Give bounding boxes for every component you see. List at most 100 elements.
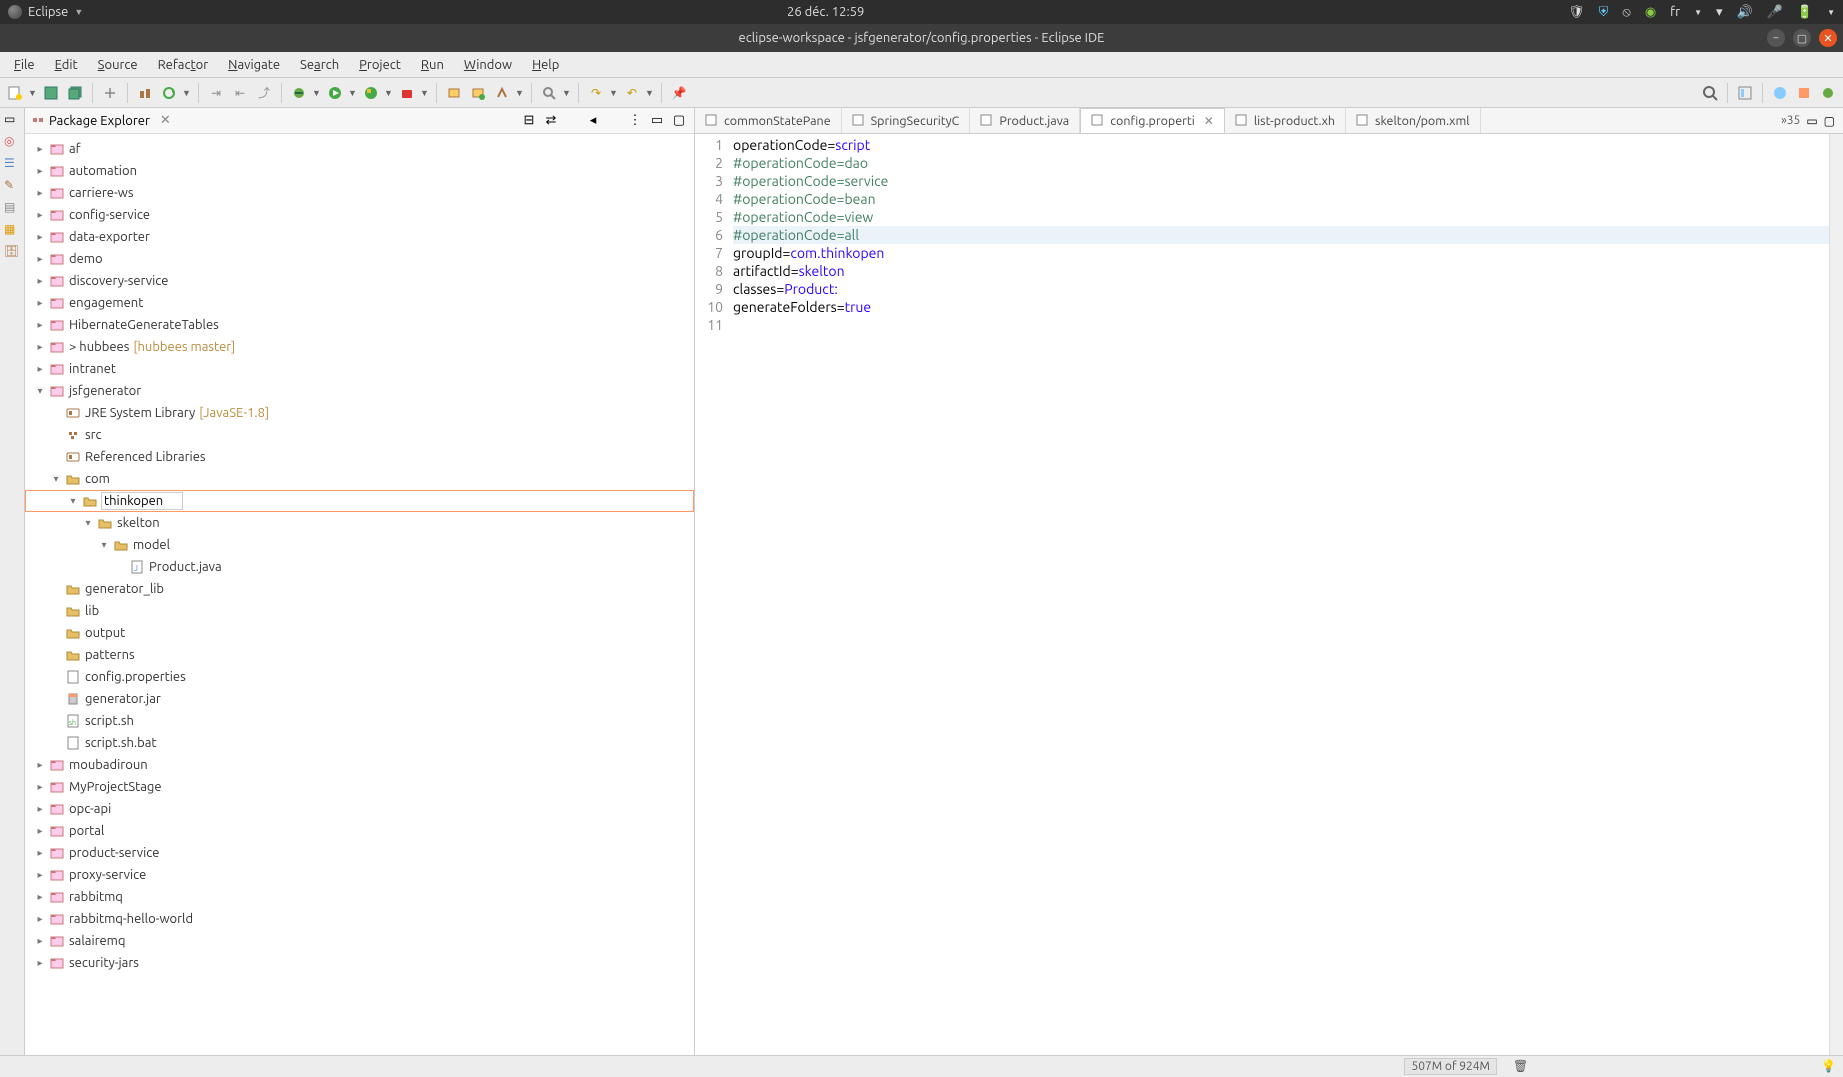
- outline-icon[interactable]: ▤: [4, 200, 20, 216]
- refresh-button[interactable]: [158, 82, 180, 104]
- update-icon[interactable]: ◉: [1645, 5, 1656, 20]
- chevron-down-icon[interactable]: ▼: [74, 7, 83, 17]
- java-ee-perspective-button[interactable]: [1769, 82, 1791, 104]
- code-line[interactable]: #operationCode=service: [733, 172, 1829, 190]
- tree-file[interactable]: ▸script.sh.bat: [25, 732, 694, 754]
- java-perspective-button[interactable]: [1793, 82, 1815, 104]
- battery-icon[interactable]: 🔋: [1797, 5, 1813, 20]
- tree-folder[interactable]: ▸output: [25, 622, 694, 644]
- prev-annotation-button[interactable]: ↶: [621, 82, 643, 104]
- tree-folder[interactable]: ▸generator_lib: [25, 578, 694, 600]
- step2-button[interactable]: ⇤: [229, 82, 251, 104]
- servers-icon[interactable]: 🗄: [4, 244, 20, 260]
- locale-indicator[interactable]: fr: [1670, 5, 1680, 19]
- editor-tab[interactable]: skelton/pom.xml: [1346, 108, 1480, 133]
- arrow-collapsed-icon[interactable]: ▸: [33, 825, 47, 837]
- tree-folder[interactable]: ▾com: [25, 468, 694, 490]
- arrow-collapsed-icon[interactable]: ▸: [33, 165, 47, 177]
- arrow-collapsed-icon[interactable]: ▸: [33, 935, 47, 947]
- arrow-collapsed-icon[interactable]: ▸: [33, 847, 47, 859]
- activities-label[interactable]: Eclipse: [28, 5, 68, 19]
- new-package-button[interactable]: [443, 82, 465, 104]
- arrow-expanded-icon[interactable]: ▾: [97, 539, 111, 551]
- code-line[interactable]: artifactId=skelton: [733, 262, 1829, 280]
- mic-icon[interactable]: 🎤: [1767, 5, 1783, 20]
- arrow-expanded-icon[interactable]: ▾: [81, 517, 95, 529]
- heap-status[interactable]: 507M of 924M: [1404, 1058, 1497, 1075]
- new-button[interactable]: [4, 82, 26, 104]
- no-symbol-icon[interactable]: ⦸: [1622, 5, 1630, 20]
- code-line[interactable]: generateFolders=true: [733, 298, 1829, 316]
- arrow-collapsed-icon[interactable]: ▸: [33, 143, 47, 155]
- view-menu-button[interactable]: ⋮: [626, 112, 644, 130]
- tree-file[interactable]: ▸shscript.sh: [25, 710, 694, 732]
- arrow-collapsed-icon[interactable]: ▸: [33, 231, 47, 243]
- dropdown-icon[interactable]: ▼: [384, 88, 394, 98]
- project-tree[interactable]: ▸af▸automation▸carriere-ws▸config-servic…: [25, 134, 694, 1055]
- tree-folder[interactable]: ▾: [25, 490, 694, 512]
- window-close-button[interactable]: ✕: [1819, 29, 1837, 47]
- step3-button[interactable]: ⤴: [253, 82, 275, 104]
- dropdown-icon[interactable]: ▼: [515, 88, 525, 98]
- trash-icon[interactable]: 🗑: [1513, 1059, 1529, 1075]
- focus-button[interactable]: ◂: [584, 112, 602, 130]
- activities-icon[interactable]: [8, 5, 22, 19]
- code-line[interactable]: #operationCode=all: [733, 226, 1829, 244]
- menu-file[interactable]: FFileile: [4, 54, 45, 76]
- tree-folder[interactable]: ▸engagement: [25, 292, 694, 314]
- close-tab-button[interactable]: ✕: [1204, 114, 1214, 128]
- editor-tab[interactable]: SpringSecurityC: [842, 108, 971, 133]
- run-button[interactable]: [324, 82, 346, 104]
- open-perspective-button[interactable]: [1734, 82, 1756, 104]
- arrow-collapsed-icon[interactable]: ▸: [33, 209, 47, 221]
- tree-folder[interactable]: ▸demo: [25, 248, 694, 270]
- arrow-collapsed-icon[interactable]: ▸: [33, 297, 47, 309]
- dropdown-icon[interactable]: ▼: [348, 88, 358, 98]
- window-minimize-button[interactable]: −: [1767, 29, 1785, 47]
- pin-button[interactable]: 📌: [668, 82, 690, 104]
- menu-help[interactable]: Help: [522, 54, 569, 76]
- tree-folder[interactable]: ▸> hubbees [hubbees master]: [25, 336, 694, 358]
- build-button[interactable]: [134, 82, 156, 104]
- tree-folder[interactable]: ▸security-jars: [25, 952, 694, 974]
- menu-project[interactable]: Project: [349, 54, 411, 76]
- tree-folder[interactable]: ▸data-exporter: [25, 226, 694, 248]
- arrow-collapsed-icon[interactable]: ▸: [33, 341, 47, 353]
- code-line[interactable]: #operationCode=view: [733, 208, 1829, 226]
- tree-folder[interactable]: ▸proxy-service: [25, 864, 694, 886]
- volume-icon[interactable]: 🔊: [1737, 5, 1753, 20]
- link-editor-button[interactable]: [99, 82, 121, 104]
- tree-folder[interactable]: ▸automation: [25, 160, 694, 182]
- dropdown-icon[interactable]: ▼: [312, 88, 322, 98]
- editor-scrollbar[interactable]: [1829, 134, 1843, 1055]
- maximize-view-button[interactable]: ▢: [670, 112, 688, 130]
- minimize-view-button[interactable]: ▭: [648, 112, 666, 130]
- dropdown-icon[interactable]: ▼: [420, 88, 430, 98]
- shield-icon[interactable]: 🛡: [1568, 5, 1585, 20]
- tree-file[interactable]: ▸JProduct.java: [25, 556, 694, 578]
- palette-icon[interactable]: ▦: [4, 222, 20, 238]
- arrow-collapsed-icon[interactable]: ▸: [33, 759, 47, 771]
- tree-file[interactable]: ▸config.properties: [25, 666, 694, 688]
- tree-folder[interactable]: ▸af: [25, 138, 694, 160]
- external-run-button[interactable]: [396, 82, 418, 104]
- editor-tab[interactable]: Product.java: [970, 108, 1080, 133]
- tree-folder[interactable]: ▸Referenced Libraries: [25, 446, 694, 468]
- open-type-button[interactable]: [491, 82, 513, 104]
- menu-navigate[interactable]: Navigate: [218, 54, 290, 76]
- menu-edit[interactable]: Edit: [45, 54, 88, 76]
- arrow-collapsed-icon[interactable]: ▸: [33, 275, 47, 287]
- next-annotation-button[interactable]: ↷: [585, 82, 607, 104]
- save-button[interactable]: [40, 82, 62, 104]
- code-line[interactable]: #operationCode=bean: [733, 190, 1829, 208]
- arrow-expanded-icon[interactable]: ▾: [33, 385, 47, 397]
- arrow-collapsed-icon[interactable]: ▸: [33, 891, 47, 903]
- quick-access-button[interactable]: [1699, 82, 1721, 104]
- arrow-collapsed-icon[interactable]: ▸: [33, 957, 47, 969]
- close-view-button[interactable]: ✕: [160, 113, 171, 128]
- tree-folder[interactable]: ▸rabbitmq: [25, 886, 694, 908]
- collapse-all-button[interactable]: ⊟: [520, 112, 538, 130]
- menu-search[interactable]: Search: [290, 54, 349, 76]
- dropdown-icon[interactable]: ▼: [562, 88, 572, 98]
- tree-folder[interactable]: ▸salairemq: [25, 930, 694, 952]
